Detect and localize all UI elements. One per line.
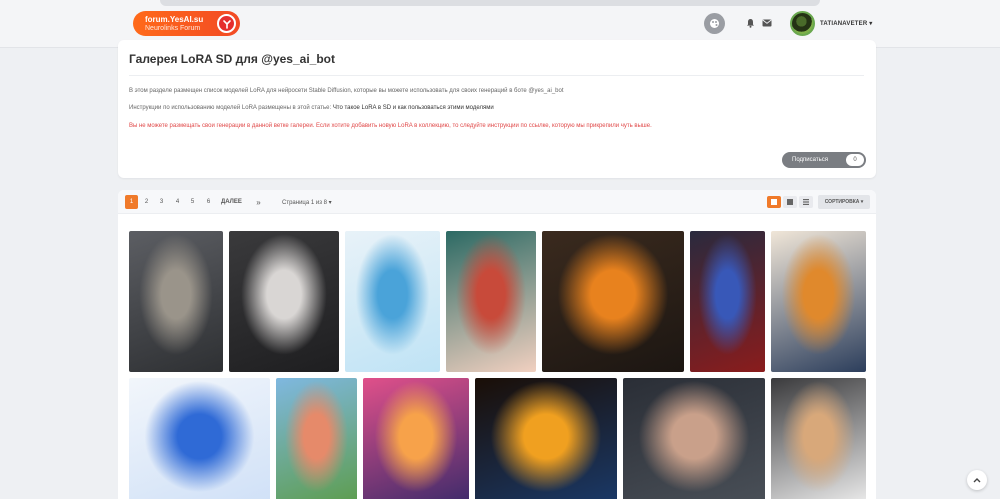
grid-large-view-icon[interactable] (767, 196, 781, 208)
header-shadow-strip (160, 0, 820, 6)
gallery-thumbnail[interactable] (771, 378, 866, 499)
gallery-thumbnail[interactable] (363, 378, 469, 499)
warning-paragraph: Вы не можете размещать свои генерации в … (129, 123, 652, 129)
pagination-bar: 1 2 3 4 5 6 ДАЛЕЕ » Страница 1 из 8 ▾ СО… (118, 190, 876, 214)
gallery-thumbnail[interactable] (475, 378, 617, 499)
avatar (790, 11, 815, 36)
gallery-thumbnail[interactable] (623, 378, 765, 499)
logo-subtitle: Neurolinks Forum (145, 24, 201, 32)
subscribe-button[interactable]: Подписаться 0 (782, 152, 866, 168)
gallery-thumbnail[interactable] (229, 231, 339, 372)
page-5-button[interactable]: 5 (186, 195, 199, 209)
gallery-thumbnail[interactable] (690, 231, 765, 372)
logo-text: forum.YesAI.su Neurolinks Forum (133, 15, 203, 33)
subscribe-label: Подписаться (792, 157, 828, 163)
sort-dropdown[interactable]: СОРТИРОВКА ▾ (818, 195, 870, 209)
instructions-text: Инструкции по использованию моделей LoRA… (129, 105, 333, 111)
gallery-panel: 1 2 3 4 5 6 ДАЛЕЕ » Страница 1 из 8 ▾ СО… (118, 190, 876, 499)
gallery-thumbnail[interactable] (446, 231, 536, 372)
gallery-thumbnail[interactable] (345, 231, 440, 372)
page-6-button[interactable]: 6 (202, 195, 215, 209)
page-title: Галерея LoRA SD для @yes_ai_bot (129, 52, 335, 66)
intro-paragraph: В этом разделе размещен список моделей L… (129, 88, 564, 94)
logo-title: forum.YesAI.su (145, 14, 204, 24)
gallery-thumbnail[interactable] (129, 231, 223, 372)
grid-small-view-icon[interactable] (783, 196, 797, 208)
page-2-button[interactable]: 2 (140, 195, 153, 209)
site-logo[interactable]: forum.YesAI.su Neurolinks Forum (133, 11, 240, 36)
username: TATIANAVETER ▾ (820, 21, 873, 27)
logo-emblem-icon (217, 14, 236, 33)
scroll-to-top-button[interactable] (967, 470, 987, 490)
instructions-link[interactable]: Что такое LoRA в SD и как пользоваться э… (333, 105, 494, 111)
user-menu[interactable]: TATIANAVETER ▾ (790, 11, 872, 36)
last-page-button[interactable]: » (252, 195, 265, 209)
gallery-thumbnail[interactable] (771, 231, 866, 372)
chevron-up-icon (973, 478, 981, 483)
mail-icon[interactable] (760, 16, 774, 30)
paint-palette-icon[interactable] (704, 13, 725, 34)
bell-icon[interactable] (743, 16, 757, 30)
next-page-button[interactable]: ДАЛЕЕ (221, 195, 242, 209)
gallery-thumbnail[interactable] (542, 231, 684, 372)
list-view-icon[interactable] (799, 196, 813, 208)
gallery-thumbnail[interactable] (276, 378, 357, 499)
page-4-button[interactable]: 4 (171, 195, 184, 209)
instructions-paragraph: Инструкции по использованию моделей LoRA… (129, 105, 494, 111)
page-jump-dropdown[interactable]: Страница 1 из 8 ▾ (282, 195, 332, 209)
subscribe-count: 0 (846, 154, 864, 166)
divider (129, 75, 864, 76)
page-1-button[interactable]: 1 (125, 195, 138, 209)
gallery-thumbnail[interactable] (129, 378, 270, 499)
page-3-button[interactable]: 3 (155, 195, 168, 209)
gallery-info-card: Галерея LoRA SD для @yes_ai_bot В этом р… (118, 40, 876, 178)
